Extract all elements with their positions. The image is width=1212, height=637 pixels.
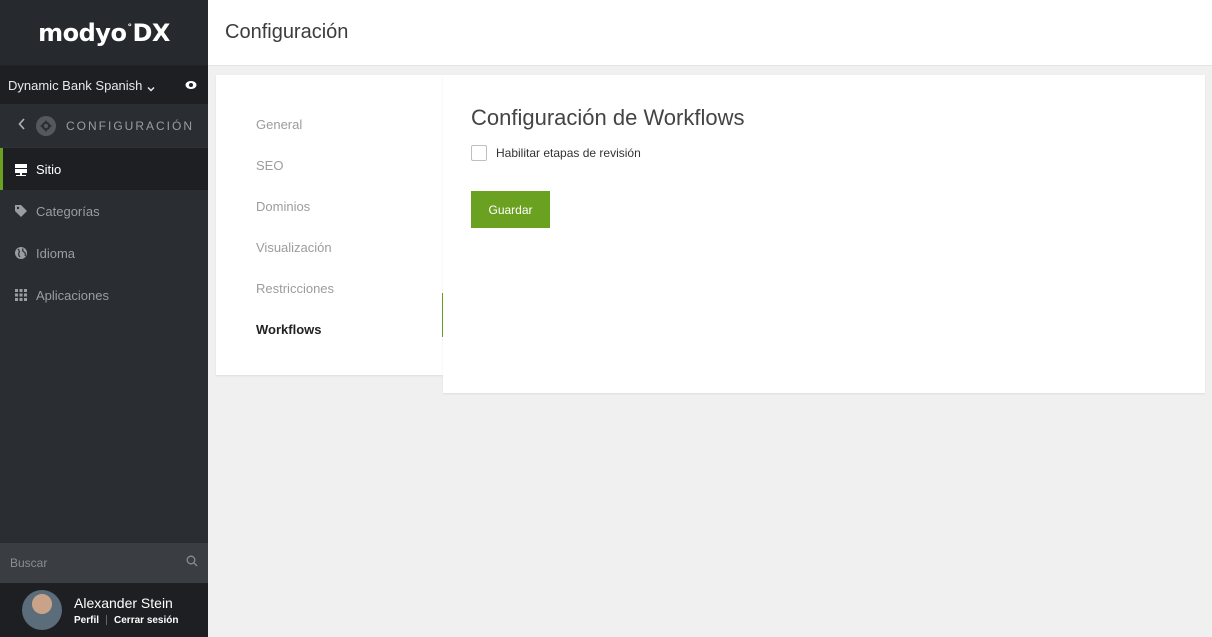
chevron-down-icon xyxy=(147,81,155,92)
sidebar-search xyxy=(0,543,208,583)
profile-link[interactable]: Perfil xyxy=(74,615,99,626)
user-links: Perfil Cerrar sesión xyxy=(74,615,179,626)
divider xyxy=(106,615,108,625)
subnav-item-visualizacion[interactable]: Visualización xyxy=(216,227,443,268)
logo-suffix: DX xyxy=(132,18,170,47)
sidebar-item-label: Aplicaciones xyxy=(36,287,109,303)
section-label: CONFIGURACIÓN xyxy=(66,118,194,133)
logout-link[interactable]: Cerrar sesión xyxy=(114,615,178,626)
user-name: Alexander Stein xyxy=(74,594,173,611)
sidebar-item-label: Idioma xyxy=(36,245,76,261)
enable-review-stages-checkbox[interactable] xyxy=(471,145,487,161)
back-to-configuration[interactable]: CONFIGURACIÓN xyxy=(0,104,208,148)
tag-icon xyxy=(14,204,28,218)
page-header: Configuración xyxy=(208,0,1212,66)
save-button[interactable]: Guardar xyxy=(471,191,550,228)
logo-mark: ° xyxy=(127,22,132,33)
grid-icon xyxy=(14,288,28,302)
search-icon[interactable] xyxy=(186,554,198,572)
globe-icon xyxy=(14,246,28,260)
subnav-item-seo[interactable]: SEO xyxy=(216,145,443,186)
logo-bar: modyo°DX xyxy=(0,0,208,66)
section-title: Configuración de Workflows xyxy=(471,105,745,130)
page-title: Configuración xyxy=(225,21,349,43)
sidebar-item-sitio[interactable]: Sitio xyxy=(0,148,208,190)
sidebar-item-idioma[interactable]: Idioma xyxy=(0,232,208,274)
user-info: Alexander Stein Perfil Cerrar sesión xyxy=(74,595,179,626)
sidebar-item-label: Categorías xyxy=(36,203,100,219)
user-panel: Alexander Stein Perfil Cerrar sesión xyxy=(0,583,208,637)
site-selector-label: Dynamic Bank Spanish xyxy=(8,77,143,93)
app-logo[interactable]: modyo°DX xyxy=(38,19,170,47)
avatar[interactable] xyxy=(22,590,62,630)
sidebar: modyo°DX Dynamic Bank Spanish CONFIGURAC… xyxy=(0,0,208,637)
subnav-item-dominios[interactable]: Dominios xyxy=(216,186,443,227)
site-selector[interactable]: Dynamic Bank Spanish xyxy=(8,78,155,93)
sidebar-item-categorias[interactable]: Categorías xyxy=(0,190,208,232)
enable-review-stages-option[interactable]: Habilitar etapas de revisión xyxy=(471,145,1177,161)
server-icon xyxy=(14,162,28,176)
subnav-item-restricciones[interactable]: Restricciones xyxy=(216,268,443,309)
sidebar-item-label: Sitio xyxy=(36,161,62,177)
sidebar-item-aplicaciones[interactable]: Aplicaciones xyxy=(0,274,208,316)
gear-icon xyxy=(36,115,56,136)
site-bar: Dynamic Bank Spanish xyxy=(0,66,208,104)
search-input[interactable] xyxy=(10,556,170,570)
logo-text: modyo xyxy=(38,18,127,47)
chevron-left-icon xyxy=(18,117,26,135)
subnav-item-general[interactable]: General xyxy=(216,104,443,145)
subnav-item-workflows[interactable]: Workflows xyxy=(216,293,445,350)
eye-icon[interactable] xyxy=(184,78,198,92)
workflows-settings-panel: Configuración de Workflows Habilitar eta… xyxy=(443,75,1205,393)
checkbox-label: Habilitar etapas de revisión xyxy=(496,146,641,160)
sidebar-nav: Sitio Categorías Idioma Aplicaciones xyxy=(0,148,208,316)
settings-subnav: General SEO Dominios Visualización Restr… xyxy=(216,75,445,375)
